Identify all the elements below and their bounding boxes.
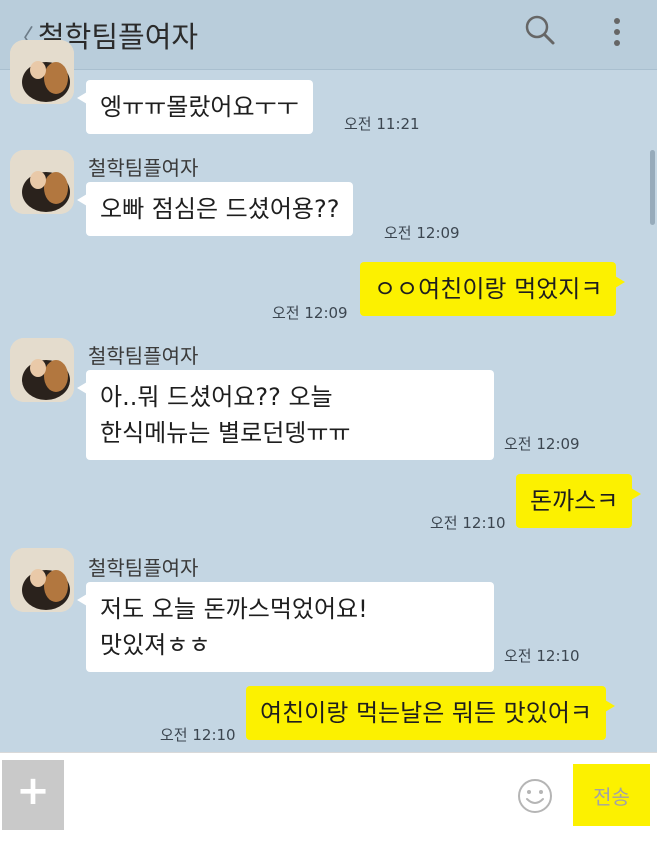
chat-header: 〈 철학팀플여자	[0, 0, 657, 70]
avatar[interactable]	[10, 338, 74, 402]
sender-name: 철학팀플여자	[88, 156, 199, 180]
attach-button[interactable]: +	[2, 760, 64, 830]
message-bubble[interactable]: 여친이랑 먹는날은 뭐든 맛있어ㅋ	[246, 686, 616, 740]
chat-screen: 〈 철학팀플여자 엥ㅠㅠ몰랐어요ㅜㅜ 오전 11:21 철학팀플여자 오빠 점심…	[0, 0, 657, 856]
emoji-icon[interactable]	[515, 776, 555, 816]
bottom-margin	[0, 830, 657, 856]
message-time: 오전 12:09	[504, 435, 580, 453]
sender-name: 철학팀플여자	[88, 556, 199, 580]
message-time: 오전 12:10	[504, 647, 580, 665]
message-text: 돈까스ㅋ	[530, 487, 619, 515]
search-icon[interactable]	[522, 12, 558, 48]
message-text: 저도 오늘 돈까스먹었어요!	[100, 595, 368, 623]
message-time: 오전 12:10	[430, 514, 506, 532]
message-text: 오빠 점심은 드셨어용??	[100, 195, 340, 223]
avatar[interactable]	[10, 548, 74, 612]
avatar[interactable]	[10, 40, 74, 104]
avatar[interactable]	[10, 150, 74, 214]
message-text: ㅇㅇ여친이랑 먹었지ㅋ	[374, 275, 603, 303]
message-bubble[interactable]: ㅇㅇ여친이랑 먹었지ㅋ	[360, 262, 626, 316]
scrollbar[interactable]	[650, 150, 655, 225]
more-vertical-icon[interactable]	[607, 14, 627, 50]
send-button[interactable]: 전송	[573, 764, 650, 826]
message-bubble[interactable]: 아..뭐 드셨어요?? 오늘 한식메뉴는 별로던뎅ㅠㅠ	[77, 370, 494, 460]
message-time: 오전 12:09	[384, 224, 460, 242]
message-time: 오전 11:21	[344, 115, 420, 133]
message-text: 맛있져ㅎㅎ	[100, 631, 211, 659]
plus-icon: +	[16, 768, 50, 814]
message-input[interactable]	[70, 768, 500, 824]
message-text: 엥ㅠㅠ몰랐어요ㅜㅜ	[100, 93, 299, 121]
message-text: 아..뭐 드셨어요?? 오늘	[100, 383, 333, 411]
sender-name: 철학팀플여자	[88, 344, 199, 368]
message-bubble[interactable]: 엥ㅠㅠ몰랐어요ㅜㅜ	[77, 80, 313, 134]
message-bubble[interactable]: 돈까스ㅋ	[516, 474, 642, 528]
message-text: 여친이랑 먹는날은 뭐든 맛있어ㅋ	[260, 699, 593, 727]
message-bubble[interactable]: 오빠 점심은 드셨어용??	[76, 182, 354, 236]
message-time: 오전 12:09	[272, 304, 348, 322]
message-time: 오전 12:10	[160, 726, 236, 744]
message-text: 한식메뉴는 별로던뎅ㅠㅠ	[100, 419, 351, 447]
message-bubble[interactable]: 저도 오늘 돈까스먹었어요! 맛있져ㅎㅎ	[77, 582, 494, 672]
